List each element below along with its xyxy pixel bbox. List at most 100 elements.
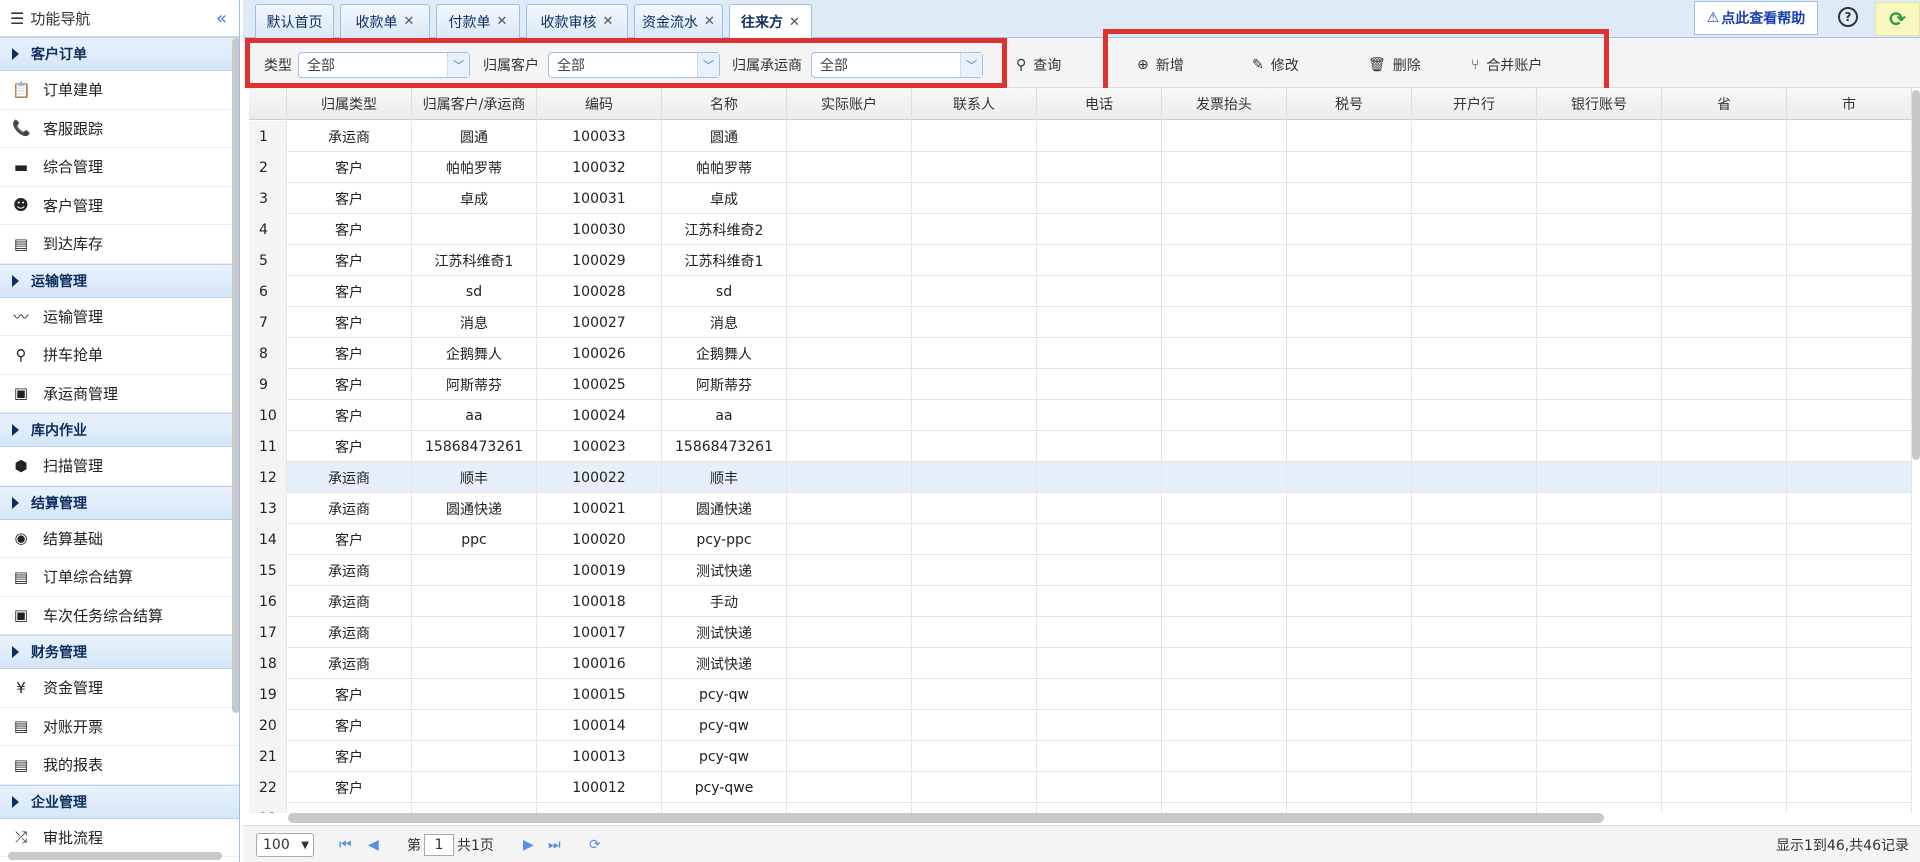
first-page-icon[interactable]: ⏮ <box>339 826 352 862</box>
table-cell: 承运商 <box>287 586 412 617</box>
search-button[interactable]: ⚲ 查询 <box>1016 52 1061 78</box>
table-row[interactable]: 20 客户 100014 pcy-qw <box>249 710 1912 741</box>
column-header-5[interactable]: 实际账户 <box>787 88 912 120</box>
tab-3[interactable]: 收款审核 ✕ <box>526 4 628 38</box>
table-cell <box>1287 803 1412 813</box>
sidebar-item-0-0[interactable]: 📋 订单建单 <box>0 71 239 110</box>
column-header-8[interactable]: 发票抬头 <box>1162 88 1287 120</box>
prev-page-icon[interactable]: ◀ <box>368 826 379 862</box>
table-row[interactable]: 11 客户 15868473261 100023 15868473261 <box>249 431 1912 462</box>
table-row[interactable]: 12 承运商 顺丰 100022 顺丰 <box>249 462 1912 493</box>
table-row[interactable]: 9 客户 阿斯蒂芬 100025 阿斯蒂芬 <box>249 369 1912 400</box>
table-row[interactable]: 8 客户 企鹅舞人 100026 企鹅舞人 <box>249 338 1912 369</box>
tab-4[interactable]: 资金流水 ✕ <box>634 4 723 38</box>
sidebar-item-2-0[interactable]: ⬢ 扫描管理 <box>0 447 239 486</box>
sidebar-item-4-2[interactable]: ▤ 我的报表 <box>0 746 239 785</box>
sidebar-item-1-1[interactable]: ⚲ 拼车抢单 <box>0 336 239 375</box>
table-row[interactable]: 6 客户 sd 100028 sd <box>249 276 1912 307</box>
table-cell <box>1037 307 1162 338</box>
close-icon[interactable]: ✕ <box>497 14 508 29</box>
table-row[interactable]: 10 客户 aa 100024 aa <box>249 400 1912 431</box>
table-cell <box>1287 679 1412 710</box>
table-row[interactable]: 23 <box>249 803 1912 813</box>
collapse-sidebar-icon[interactable]: « <box>216 8 227 29</box>
table-cell <box>1412 369 1537 400</box>
next-page-icon[interactable]: ▶ <box>523 826 534 862</box>
sidebar-item-4-0[interactable]: ¥ 资金管理 <box>0 669 239 708</box>
sidebar-item-0-4[interactable]: ▤ 到达库存 <box>0 225 239 264</box>
table-cell <box>1412 400 1537 431</box>
table-row[interactable]: 14 客户 ppc 100020 pcy-ppc <box>249 524 1912 555</box>
table-row[interactable]: 15 承运商 100019 测试快递 <box>249 555 1912 586</box>
tab-2[interactable]: 付款单 ✕ <box>436 4 520 38</box>
sidebar-item-0-2[interactable]: ▬ 综合管理 <box>0 148 239 187</box>
column-header-10[interactable]: 开户行 <box>1412 88 1537 120</box>
sidebar-item-3-0[interactable]: ◉ 结算基础 <box>0 520 239 558</box>
sidebar-horizontal-scrollbar[interactable] <box>8 852 222 860</box>
sidebar-item-0-1[interactable]: 📞 客服跟踪 <box>0 110 239 148</box>
sidebar-scrollbar[interactable] <box>232 38 239 713</box>
close-icon[interactable]: ✕ <box>603 14 614 29</box>
table-row[interactable]: 13 承运商 圆通快递 100021 圆通快递 <box>249 493 1912 524</box>
tab-0[interactable]: 默认首页 <box>255 4 334 38</box>
table-row[interactable]: 1 承运商 圆通 100033 圆通 <box>249 121 1912 152</box>
table-cell <box>1537 307 1662 338</box>
table-cell <box>1037 369 1162 400</box>
sidebar-item-3-1[interactable]: ▤ 订单综合结算 <box>0 558 239 597</box>
sidebar-group-3[interactable]: 结算管理 <box>0 485 239 520</box>
table-cell <box>912 183 1037 214</box>
column-header-7[interactable]: 电话 <box>1037 88 1162 120</box>
column-header-2[interactable]: 归属客户/承运商 <box>412 88 537 120</box>
sync-icon[interactable]: ⟳ <box>1875 2 1920 36</box>
document-icon: ▤ <box>13 234 29 253</box>
column-header-3[interactable]: 编码 <box>537 88 662 120</box>
question-icon[interactable]: ? <box>1838 7 1858 27</box>
close-icon[interactable]: ✕ <box>404 14 415 29</box>
close-icon[interactable]: ✕ <box>789 15 800 30</box>
grid-horizontal-scrollbar[interactable] <box>288 813 1604 823</box>
sidebar-item-0-3[interactable]: ☻ 客户管理 <box>0 187 239 225</box>
sidebar-group-0[interactable]: 客户订单 <box>0 37 239 71</box>
sidebar-item-1-2[interactable]: ▣ 承运商管理 <box>0 375 239 413</box>
last-page-icon[interactable]: ⏭ <box>548 826 561 862</box>
table-cell <box>1662 400 1787 431</box>
help-link[interactable]: ⚠ 点此查看帮助 <box>1694 1 1818 35</box>
table-cell <box>1787 555 1912 586</box>
column-header-1[interactable]: 归属类型 <box>287 88 412 120</box>
tab-label: 默认首页 <box>266 14 323 31</box>
close-icon[interactable]: ✕ <box>704 14 715 29</box>
column-header-4[interactable]: 名称 <box>662 88 787 120</box>
page-size-select[interactable]: 100 ▼ <box>256 833 314 857</box>
table-cell <box>1537 338 1662 369</box>
column-header-0[interactable] <box>249 88 287 120</box>
tab-5[interactable]: 往来方 ✕ <box>729 4 812 39</box>
sidebar-group-4[interactable]: 财务管理 <box>0 635 239 669</box>
table-row[interactable]: 7 客户 消息 100027 消息 <box>249 307 1912 338</box>
table-row[interactable]: 21 客户 100013 pcy-qw <box>249 741 1912 772</box>
table-cell <box>1162 710 1287 741</box>
page-number-input[interactable]: 1 <box>424 833 454 856</box>
table-row[interactable]: 5 客户 江苏科维奇1 100029 江苏科维奇1 <box>249 245 1912 276</box>
table-row[interactable]: 22 客户 100012 pcy-qwe <box>249 772 1912 803</box>
sidebar-item-4-1[interactable]: ▤ 对账开票 <box>0 708 239 746</box>
column-header-12[interactable]: 省 <box>1662 88 1787 120</box>
table-row[interactable]: 4 客户 100030 江苏科维奇2 <box>249 214 1912 245</box>
tab-1[interactable]: 收款单 ✕ <box>340 4 430 38</box>
sidebar-item-3-2[interactable]: ▣ 车次任务综合结算 <box>0 597 239 635</box>
column-header-11[interactable]: 银行账号 <box>1537 88 1662 120</box>
sidebar-item-1-0[interactable]: 〰运输管理 <box>0 298 239 336</box>
table-row[interactable]: 2 客户 帕帕罗蒂 100032 帕帕罗蒂 <box>249 152 1912 183</box>
column-header-9[interactable]: 税号 <box>1287 88 1412 120</box>
sidebar-group-2[interactable]: 库内作业 <box>0 413 239 447</box>
table-row[interactable]: 16 承运商 100018 手动 <box>249 586 1912 617</box>
table-row[interactable]: 18 承运商 100016 测试快递 <box>249 648 1912 679</box>
table-row[interactable]: 17 承运商 100017 测试快递 <box>249 617 1912 648</box>
reload-icon[interactable]: ⟳ <box>589 826 601 862</box>
column-header-6[interactable]: 联系人 <box>912 88 1037 120</box>
sidebar-group-5[interactable]: 企业管理 <box>0 784 239 819</box>
table-row[interactable]: 19 客户 100015 pcy-qw <box>249 679 1912 710</box>
column-header-13[interactable]: 市 <box>1787 88 1912 120</box>
grid-vertical-scrollbar[interactable] <box>1912 90 1920 460</box>
sidebar-group-1[interactable]: 运输管理 <box>0 263 239 298</box>
table-row[interactable]: 3 客户 卓成 100031 卓成 <box>249 183 1912 214</box>
